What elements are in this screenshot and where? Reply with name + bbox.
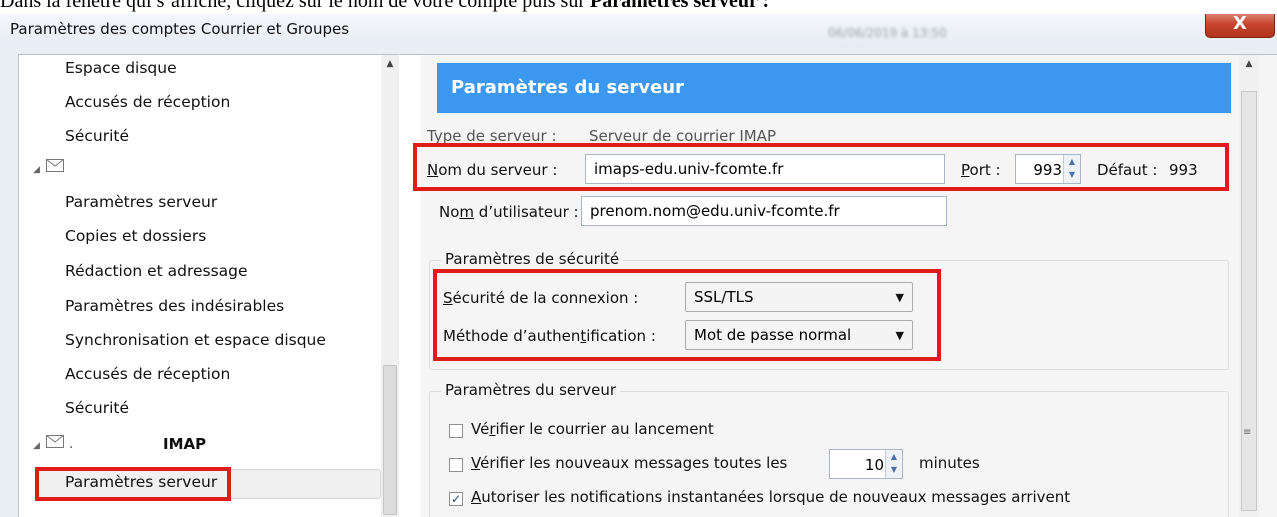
collapse-triangle-icon[interactable]: ◢ <box>33 441 40 451</box>
panel-header: Paramètres du serveur <box>437 63 1231 113</box>
username-label-a: No <box>439 203 460 221</box>
highlight-box-selected-item <box>35 467 231 501</box>
push-notify-label[interactable]: Autoriser les notifications instantanées… <box>471 488 1070 506</box>
check-every-label-accel: V <box>471 454 481 472</box>
instruction-text: Dans la fenêtre qui s’affiche, cliquez s… <box>0 0 590 12</box>
push-label-text: utoriser les notifications instantanées … <box>481 488 1071 506</box>
tree-item-receipts-2[interactable]: Accusés de réception <box>65 365 230 391</box>
spin-up-icon[interactable]: ▲ <box>891 452 897 461</box>
check-launch-label-b: ifier le courrier au lancement <box>495 420 714 438</box>
blurred-date: 06/06/2019 à 13:50 <box>828 26 947 40</box>
account-dot: . <box>68 436 74 452</box>
title-bar: Paramètres des comptes Courrier et Group… <box>0 14 1277 48</box>
server-settings-panel: Paramètres du serveur Type de serveur : … <box>413 55 1277 517</box>
panel-scroll-thumb[interactable] <box>1241 91 1257 511</box>
envelope-icon <box>46 435 65 448</box>
envelope-icon <box>46 159 65 172</box>
check-every-label[interactable]: Vérifier les nouveaux messages toutes le… <box>471 454 787 472</box>
document-instruction-line: Dans la fenêtre qui s’affiche, cliquez s… <box>0 0 1277 12</box>
push-notify-checkbox[interactable]: ✓ <box>449 492 463 506</box>
username-field[interactable]: prenom.nom@edu.univ-fcomte.fr <box>581 196 947 226</box>
tree-account-row[interactable]: ◢ <box>33 159 65 181</box>
spin-down-icon[interactable]: ▼ <box>891 465 897 474</box>
tree-item-sync[interactable]: Synchronisation et espace disque <box>65 331 326 357</box>
server-group-title: Paramètres du serveur <box>441 381 621 399</box>
account-tree: Espace disque Accusés de réception Sécur… <box>19 55 399 517</box>
window-title: Paramètres des comptes Courrier et Group… <box>10 20 350 38</box>
close-button[interactable]: X <box>1205 14 1275 38</box>
check-launch-label-a: Vé <box>471 420 490 438</box>
check-every-checkbox[interactable] <box>449 458 463 472</box>
tree-scroll-thumb[interactable] <box>383 365 397 515</box>
scroll-up-arrow-icon[interactable]: ▲ <box>381 55 399 73</box>
check-on-launch-label[interactable]: Vérifier le courrier au lancement <box>471 420 714 438</box>
imap-account-label[interactable]: IMAP <box>163 435 206 453</box>
tree-item-junk[interactable]: Paramètres des indésirables <box>65 297 284 323</box>
check-interval-unit: minutes <box>919 454 980 472</box>
tree-item-composition[interactable]: Rédaction et adressage <box>65 262 248 288</box>
instruction-bold-text: Paramètres serveur : <box>590 0 770 12</box>
username-label: Nom d’utilisateur : <box>439 203 579 221</box>
tree-item-server-settings[interactable]: Paramètres serveur <box>65 193 217 219</box>
username-label-accel: m <box>459 203 475 221</box>
panel-scrollbar[interactable]: ▲ ≡ <box>1239 55 1259 517</box>
check-every-label-text: érifier les nouveaux messages toutes les <box>480 454 788 472</box>
tree-item-disk-space[interactable]: Espace disque <box>65 59 177 85</box>
check-interval-spinbox[interactable]: 10 ▲ ▼ <box>829 449 903 479</box>
account-settings-window: Paramètres des comptes Courrier et Group… <box>0 14 1277 517</box>
check-on-launch-checkbox[interactable] <box>449 424 463 438</box>
highlight-box-server <box>413 143 1229 191</box>
username-label-b: d’utilisateur : <box>474 203 579 221</box>
security-group-title: Paramètres de sécurité <box>441 250 624 268</box>
check-interval-value: 10 <box>864 456 884 474</box>
close-icon: X <box>1233 14 1247 34</box>
interval-spin-arrows[interactable]: ▲ ▼ <box>885 450 902 478</box>
tree-item-security[interactable]: Sécurité <box>65 127 129 153</box>
scroll-up-arrow-icon[interactable]: ▲ <box>1239 59 1259 69</box>
window-content: Espace disque Accusés de réception Sécur… <box>18 54 1277 517</box>
highlight-box-security <box>433 269 941 361</box>
tree-scrollbar[interactable]: ▲ <box>381 55 399 517</box>
tree-item-security-2[interactable]: Sécurité <box>65 399 129 425</box>
tree-item-receipts[interactable]: Accusés de réception <box>65 93 230 119</box>
tree-item-copies-folders[interactable]: Copies et dossiers <box>65 227 206 253</box>
collapse-triangle-icon[interactable]: ◢ <box>33 165 40 175</box>
push-label-accel: A <box>471 488 482 506</box>
tree-imap-account-row[interactable]: ◢ . <box>33 435 73 457</box>
grip-icon: ≡ <box>1243 427 1252 438</box>
